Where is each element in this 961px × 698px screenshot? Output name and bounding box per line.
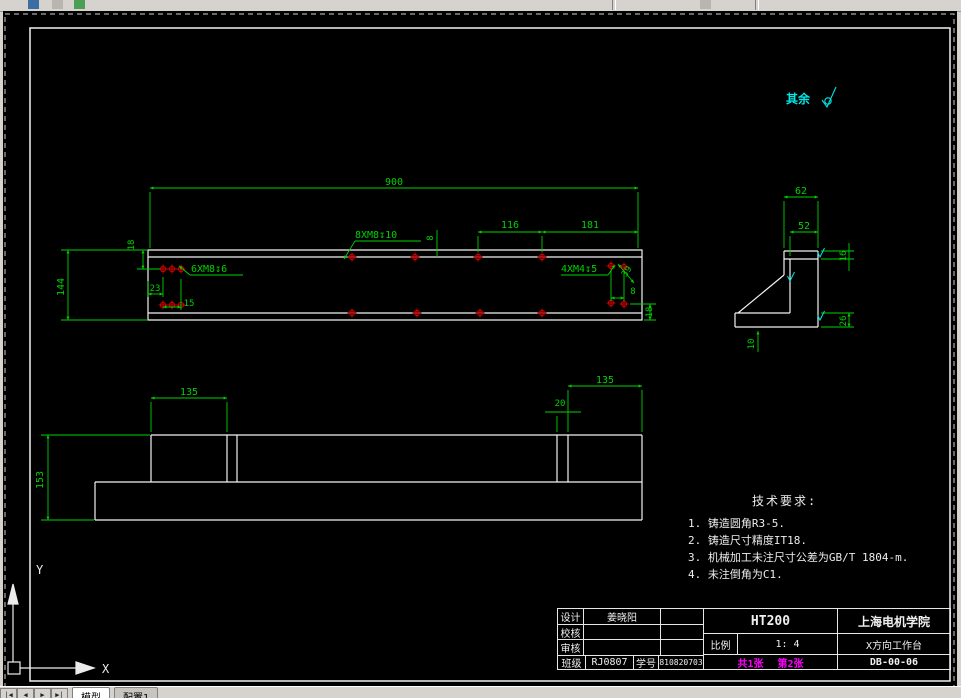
scale-value: 1: 4 — [737, 633, 838, 655]
dim-18-right: 18 — [645, 307, 655, 318]
surface-finish-marks: 其余 — [786, 86, 837, 321]
dim-8-mid: 8 — [426, 235, 436, 240]
dim-144: 144 — [56, 278, 67, 296]
empty-cell — [660, 639, 704, 656]
dim-10: 10 — [747, 339, 757, 350]
dim-16: 16 — [839, 251, 849, 262]
class-label: 班级 — [557, 655, 586, 670]
drawing-number: DB-00-06 — [837, 654, 951, 670]
part-geometry — [94, 249, 819, 521]
school-name: 上海电机学院 — [837, 608, 951, 634]
cad-drawing: 900 116 181 18 144 23 15 8 39 8 18 8XM8↧… — [4, 13, 955, 690]
sheet-tab-bar: |◀ ◀ ▶ ▶| 模型 配置1 — [0, 686, 961, 698]
sheet-info: 共1张 第2张 — [703, 654, 838, 670]
ucs-icon — [7, 583, 96, 675]
label-4xm4: 4XM4↧5 — [561, 264, 597, 275]
design-label: 设计 — [557, 608, 584, 625]
part-name: X方向工作台 — [837, 633, 951, 655]
ucs-y-arrow — [7, 583, 19, 605]
next-sheet-button[interactable]: ▶ — [34, 688, 51, 698]
technical-requirements: 技术要求: 1. 铸造圆角R3-5. 2. 铸造尺寸精度IT18. 3. 机械加… — [688, 492, 944, 583]
tech-req-item: 4. 未注倒角为C1. — [688, 568, 783, 581]
tech-req-item: 2. 铸造尺寸精度IT18. — [688, 534, 807, 547]
check-label: 校核 — [557, 624, 584, 640]
scale-label: 比例 — [703, 633, 738, 655]
dim-116: 116 — [501, 220, 519, 231]
empty-cell — [583, 624, 661, 640]
dim-26: 26 — [839, 316, 849, 327]
sheet-number: 第2张 — [777, 658, 804, 670]
class-value: RJ0807 — [585, 655, 634, 670]
student-id-label: 学号 — [633, 655, 659, 670]
empty-cell — [583, 639, 661, 656]
empty-cell — [660, 608, 704, 625]
rest-label: 其余 — [786, 91, 811, 106]
ucs-x-label: X — [102, 662, 110, 676]
sheet-total: 共1张 — [737, 658, 764, 670]
last-sheet-button[interactable]: ▶| — [51, 688, 68, 698]
dimension-lines — [41, 186, 854, 521]
first-sheet-button[interactable]: |◀ — [0, 688, 17, 698]
dim-135-left: 135 — [180, 387, 198, 398]
designer-name: 姜晓阳 — [583, 608, 661, 625]
dim-135-right: 135 — [596, 375, 614, 386]
empty-cell — [660, 624, 704, 640]
label-8xm8: 8XM8↧10 — [355, 230, 397, 241]
top-view-outline — [147, 249, 643, 321]
dim-181: 181 — [581, 220, 599, 231]
dim-900: 900 — [385, 177, 403, 188]
front-view-outline — [94, 434, 643, 521]
student-id-value: 08108207031 — [658, 655, 704, 670]
dim-23: 23 — [150, 284, 161, 294]
prev-sheet-button[interactable]: ◀ — [17, 688, 34, 698]
ucs-x-arrow — [75, 661, 96, 675]
tech-req-title: 技术要求: — [752, 494, 818, 508]
label-6xm8: 6XM8↧6 — [191, 264, 227, 275]
material-spec: HT200 — [703, 608, 838, 634]
rest-roughness-symbol — [821, 86, 837, 109]
side-view-outline — [734, 250, 819, 328]
dim-153: 153 — [35, 471, 46, 489]
dim-52: 52 — [798, 221, 810, 232]
ucs-y-label: Y — [36, 563, 44, 577]
dimension-texts: 900 116 181 18 144 23 15 8 39 8 18 8XM8↧… — [35, 177, 849, 489]
dim-18-left: 18 — [127, 240, 137, 251]
tab-layout1[interactable]: 配置1 — [114, 687, 159, 698]
paper-boundary — [4, 13, 955, 690]
tech-req-item: 1. 铸造圆角R3-5. — [688, 517, 785, 530]
dim-15: 15 — [184, 299, 195, 309]
cad-window: 900 116 181 18 144 23 15 8 39 8 18 8XM8↧… — [0, 0, 961, 698]
tech-req-item: 3. 机械加工未注尺寸公差为GB/T 1804-m. — [688, 551, 909, 564]
tab-model[interactable]: 模型 — [72, 687, 110, 698]
dim-8-right: 8 — [630, 287, 635, 297]
drawing-frame — [29, 27, 951, 682]
dim-62: 62 — [795, 186, 807, 197]
dim-20: 20 — [555, 399, 566, 409]
audit-label: 审核 — [557, 639, 584, 656]
hole-markers — [158, 252, 629, 318]
title-block: 设计 姜晓阳 校核 审核 班级 RJ0807 学号 08108207031 HT… — [557, 608, 951, 670]
